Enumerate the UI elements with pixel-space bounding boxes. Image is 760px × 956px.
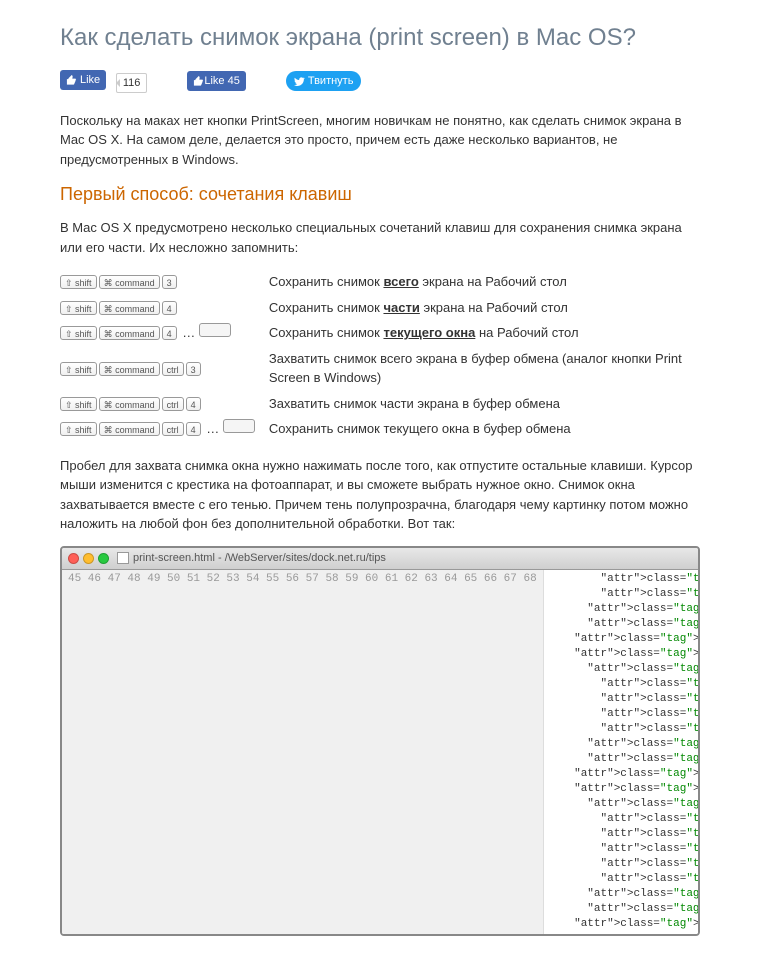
keyboard-key: ⇧ shift bbox=[60, 326, 97, 340]
shortcut-row: ⇧ shift⌘ command3Сохранить снимок всего … bbox=[60, 269, 700, 295]
tweet-label: Твитнуть bbox=[308, 73, 354, 90]
keys-cell: ⇧ shift⌘ command4 … bbox=[60, 320, 269, 346]
shortcut-row: ⇧ shift⌘ commandctrl4 … Сохранить снимок… bbox=[60, 416, 700, 442]
keyboard-key: ⌘ command bbox=[99, 362, 160, 376]
zoom-window-button[interactable] bbox=[98, 553, 109, 564]
keyboard-key: 4 bbox=[186, 422, 201, 436]
keyboard-key bbox=[223, 419, 255, 433]
keys-cell: ⇧ shift⌘ commandctrl4 bbox=[60, 391, 269, 417]
code-area: "attr">class="tag"><img "attr">src="/key… bbox=[544, 570, 698, 934]
shortcut-row: ⇧ shift⌘ commandctrl4Захватить снимок ча… bbox=[60, 391, 700, 417]
keyboard-key: 4 bbox=[162, 326, 177, 340]
like-group: Like 116 bbox=[60, 70, 147, 93]
keyboard-key: ctrl bbox=[162, 397, 184, 411]
social-row: Like 116 Like 45 Твитнуть bbox=[60, 70, 700, 93]
keyboard-key: ctrl bbox=[162, 422, 184, 436]
shortcut-row: ⇧ shift⌘ command4 … Сохранить снимок тек… bbox=[60, 320, 700, 346]
keyboard-key: ⇧ shift bbox=[60, 301, 97, 315]
like-button[interactable]: Like bbox=[60, 70, 106, 90]
shortcut-description: Сохранить снимок части экрана на Рабочий… bbox=[269, 295, 700, 321]
section1-outro: Пробел для захвата снимка окна нужно наж… bbox=[60, 456, 700, 534]
fb-like-button-2[interactable]: Like 45 bbox=[187, 71, 245, 91]
keyboard-key: ⇧ shift bbox=[60, 422, 97, 436]
twitter-icon bbox=[294, 76, 305, 87]
keyboard-key: ⇧ shift bbox=[60, 397, 97, 411]
intro-paragraph: Поскольку на маках нет кнопки PrintScree… bbox=[60, 111, 700, 170]
editor-titlebar: print-screen.html - /WebServer/sites/doc… bbox=[62, 548, 698, 570]
editor-content: 45 46 47 48 49 50 51 52 53 54 55 56 57 5… bbox=[62, 570, 698, 934]
like-count: 116 bbox=[116, 73, 148, 93]
code-editor-screenshot: print-screen.html - /WebServer/sites/doc… bbox=[60, 546, 700, 936]
section1-title: Первый способ: сочетания клавиш bbox=[60, 181, 700, 208]
shortcut-row: ⇧ shift⌘ commandctrl3Захватить снимок вс… bbox=[60, 346, 700, 391]
keyboard-key: ⌘ command bbox=[99, 397, 160, 411]
keyboard-key: 3 bbox=[162, 275, 177, 289]
minimize-window-button[interactable] bbox=[83, 553, 94, 564]
keyboard-key: ⇧ shift bbox=[60, 362, 97, 376]
keys-cell: ⇧ shift⌘ command3 bbox=[60, 269, 269, 295]
shortcut-description: Захватить снимок части экрана в буфер об… bbox=[269, 391, 700, 417]
keyboard-key: ctrl bbox=[162, 362, 184, 376]
editor-title: print-screen.html - /WebServer/sites/doc… bbox=[133, 550, 386, 567]
shortcut-description: Захватить снимок всего экрана в буфер об… bbox=[269, 346, 700, 391]
keyboard-key: ⌘ command bbox=[99, 422, 160, 436]
keyboard-key: 3 bbox=[186, 362, 201, 376]
line-gutter: 45 46 47 48 49 50 51 52 53 54 55 56 57 5… bbox=[62, 570, 544, 934]
close-window-button[interactable] bbox=[68, 553, 79, 564]
shortcut-table: ⇧ shift⌘ command3Сохранить снимок всего … bbox=[60, 269, 700, 442]
tweet-button[interactable]: Твитнуть bbox=[286, 71, 362, 91]
keyboard-key: ⇧ shift bbox=[60, 275, 97, 289]
keyboard-key: ⌘ command bbox=[99, 326, 160, 340]
shortcut-description: Сохранить снимок всего экрана на Рабочий… bbox=[269, 269, 700, 295]
keys-cell: ⇧ shift⌘ commandctrl3 bbox=[60, 346, 269, 391]
fb-like2-label: Like 45 bbox=[204, 73, 239, 90]
shortcut-row: ⇧ shift⌘ command4Сохранить снимок части … bbox=[60, 295, 700, 321]
thumbs-up-icon bbox=[193, 76, 204, 87]
thumbs-up-icon bbox=[66, 75, 77, 86]
keyboard-key: ⌘ command bbox=[99, 301, 160, 315]
keyboard-key: 4 bbox=[162, 301, 177, 315]
keys-cell: ⇧ shift⌘ command4 bbox=[60, 295, 269, 321]
page-title: Как сделать снимок экрана (print screen)… bbox=[60, 20, 700, 56]
like-label: Like bbox=[80, 72, 100, 89]
document-icon bbox=[117, 552, 129, 564]
keyboard-key bbox=[199, 323, 231, 337]
keyboard-key: 4 bbox=[186, 397, 201, 411]
keys-cell: ⇧ shift⌘ commandctrl4 … bbox=[60, 416, 269, 442]
section1-intro: В Mac OS X предусмотрено несколько специ… bbox=[60, 218, 700, 257]
shortcut-description: Сохранить снимок текущего окна в буфер о… bbox=[269, 416, 700, 442]
shortcut-description: Сохранить снимок текущего окна на Рабочи… bbox=[269, 320, 700, 346]
keyboard-key: ⌘ command bbox=[99, 275, 160, 289]
window-buttons bbox=[68, 553, 109, 564]
